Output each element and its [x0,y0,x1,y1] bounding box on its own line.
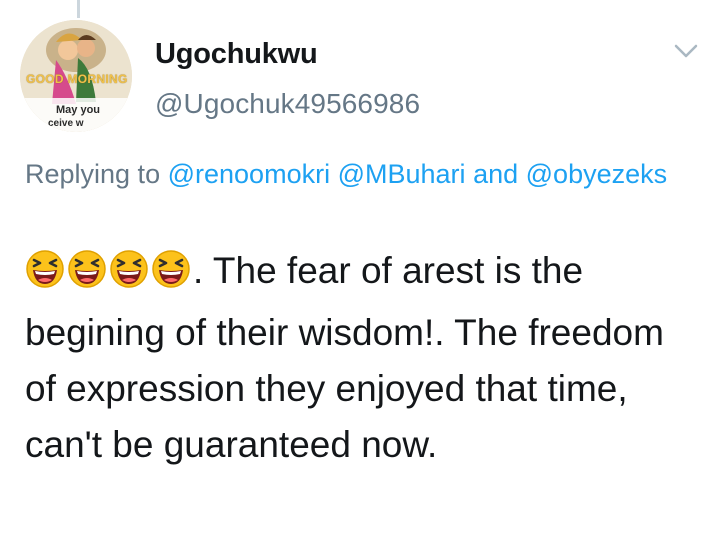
author-handle[interactable]: @Ugochuk49566986 [155,88,420,120]
mention-link[interactable]: @obyezeks [526,159,667,189]
author-display-name[interactable]: Ugochukwu [155,38,318,71]
grinning-squinting-face-icon [152,250,190,288]
chevron-down-icon[interactable] [672,40,700,62]
tweet-text: . The fear of arest is the begining of t… [25,243,705,473]
thread-connector-line [77,0,80,18]
mention-link[interactable]: @MBuhari [338,159,466,189]
avatar-caption-line3: ceive w [48,118,84,129]
grinning-squinting-face-icon [110,250,148,288]
emoji-group [25,249,193,305]
avatar-caption-line2: May you [56,104,101,116]
grinning-squinting-face-icon [68,250,106,288]
avatar[interactable]: GOOD MORNING May you ceive w [20,20,132,132]
grinning-squinting-face-icon [26,250,64,288]
mention-joiner: and [473,159,519,189]
avatar-caption-line1: GOOD MORNING [26,72,128,86]
replying-to-line: Replying to @renoomokri @MBuhari and @ob… [25,154,695,194]
mention-link[interactable]: @renoomokri [168,159,330,189]
replying-to-label: Replying to [25,159,161,189]
